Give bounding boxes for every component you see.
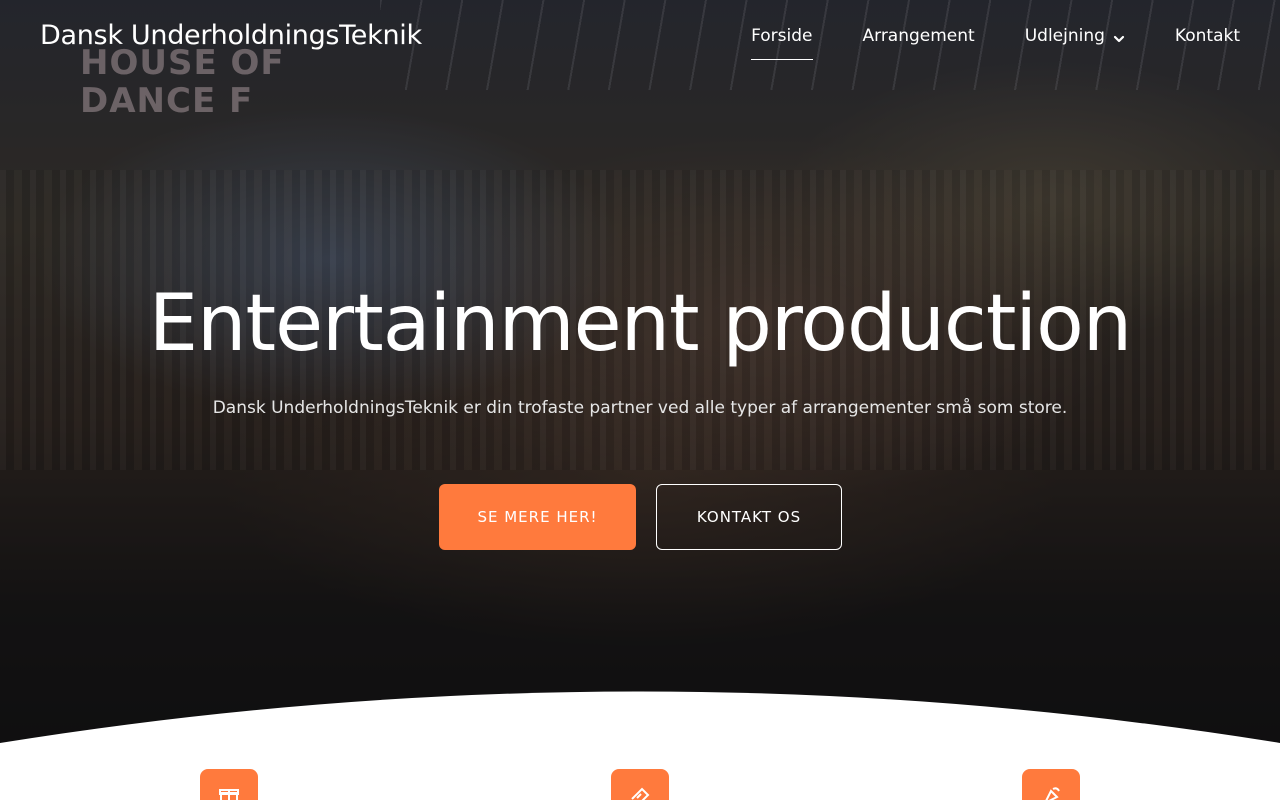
hero-title: Entertainment production [148,279,1132,369]
nav-item-label: Udlejning [1024,26,1105,46]
nav-item-forside[interactable]: Forside [751,24,813,60]
nav-item-label: Kontakt [1174,26,1240,46]
gift-icon [217,785,241,800]
hero-subtitle: Dansk UnderholdningsTeknik er din trofas… [212,398,1068,418]
ticket-icon [628,785,652,800]
nav-item-label: Arrangement [862,26,975,46]
chevron-down-icon[interactable] [1113,30,1125,43]
nav-item-label: Forside [751,26,813,46]
page: HOUSE OF DANCE F Dansk UnderholdningsTek… [0,0,1280,800]
contact-us-button[interactable]: KONTAKT OS [656,484,842,550]
site-logo[interactable]: Dansk UnderholdningsTeknik [40,20,422,51]
party-popper-icon [1039,785,1063,800]
nav-item-kontakt[interactable]: Kontakt [1175,24,1240,48]
feature-card-3 [1022,769,1080,800]
main-navigation: Forside Arrangement Udlejning Kontakt [751,24,1240,60]
feature-card-1 [200,769,258,800]
nav-item-udlejning[interactable]: Udlejning [1025,24,1125,48]
hero-overlay [0,0,1280,760]
nav-item-arrangement[interactable]: Arrangement [863,24,975,48]
feature-card-2 [611,769,669,800]
hero-background: HOUSE OF DANCE F [0,0,1280,760]
see-more-button[interactable]: SE MERE HER! [439,484,636,550]
site-header: Dansk UnderholdningsTeknik Forside Arran… [0,0,1280,72]
features-row [0,740,1280,800]
